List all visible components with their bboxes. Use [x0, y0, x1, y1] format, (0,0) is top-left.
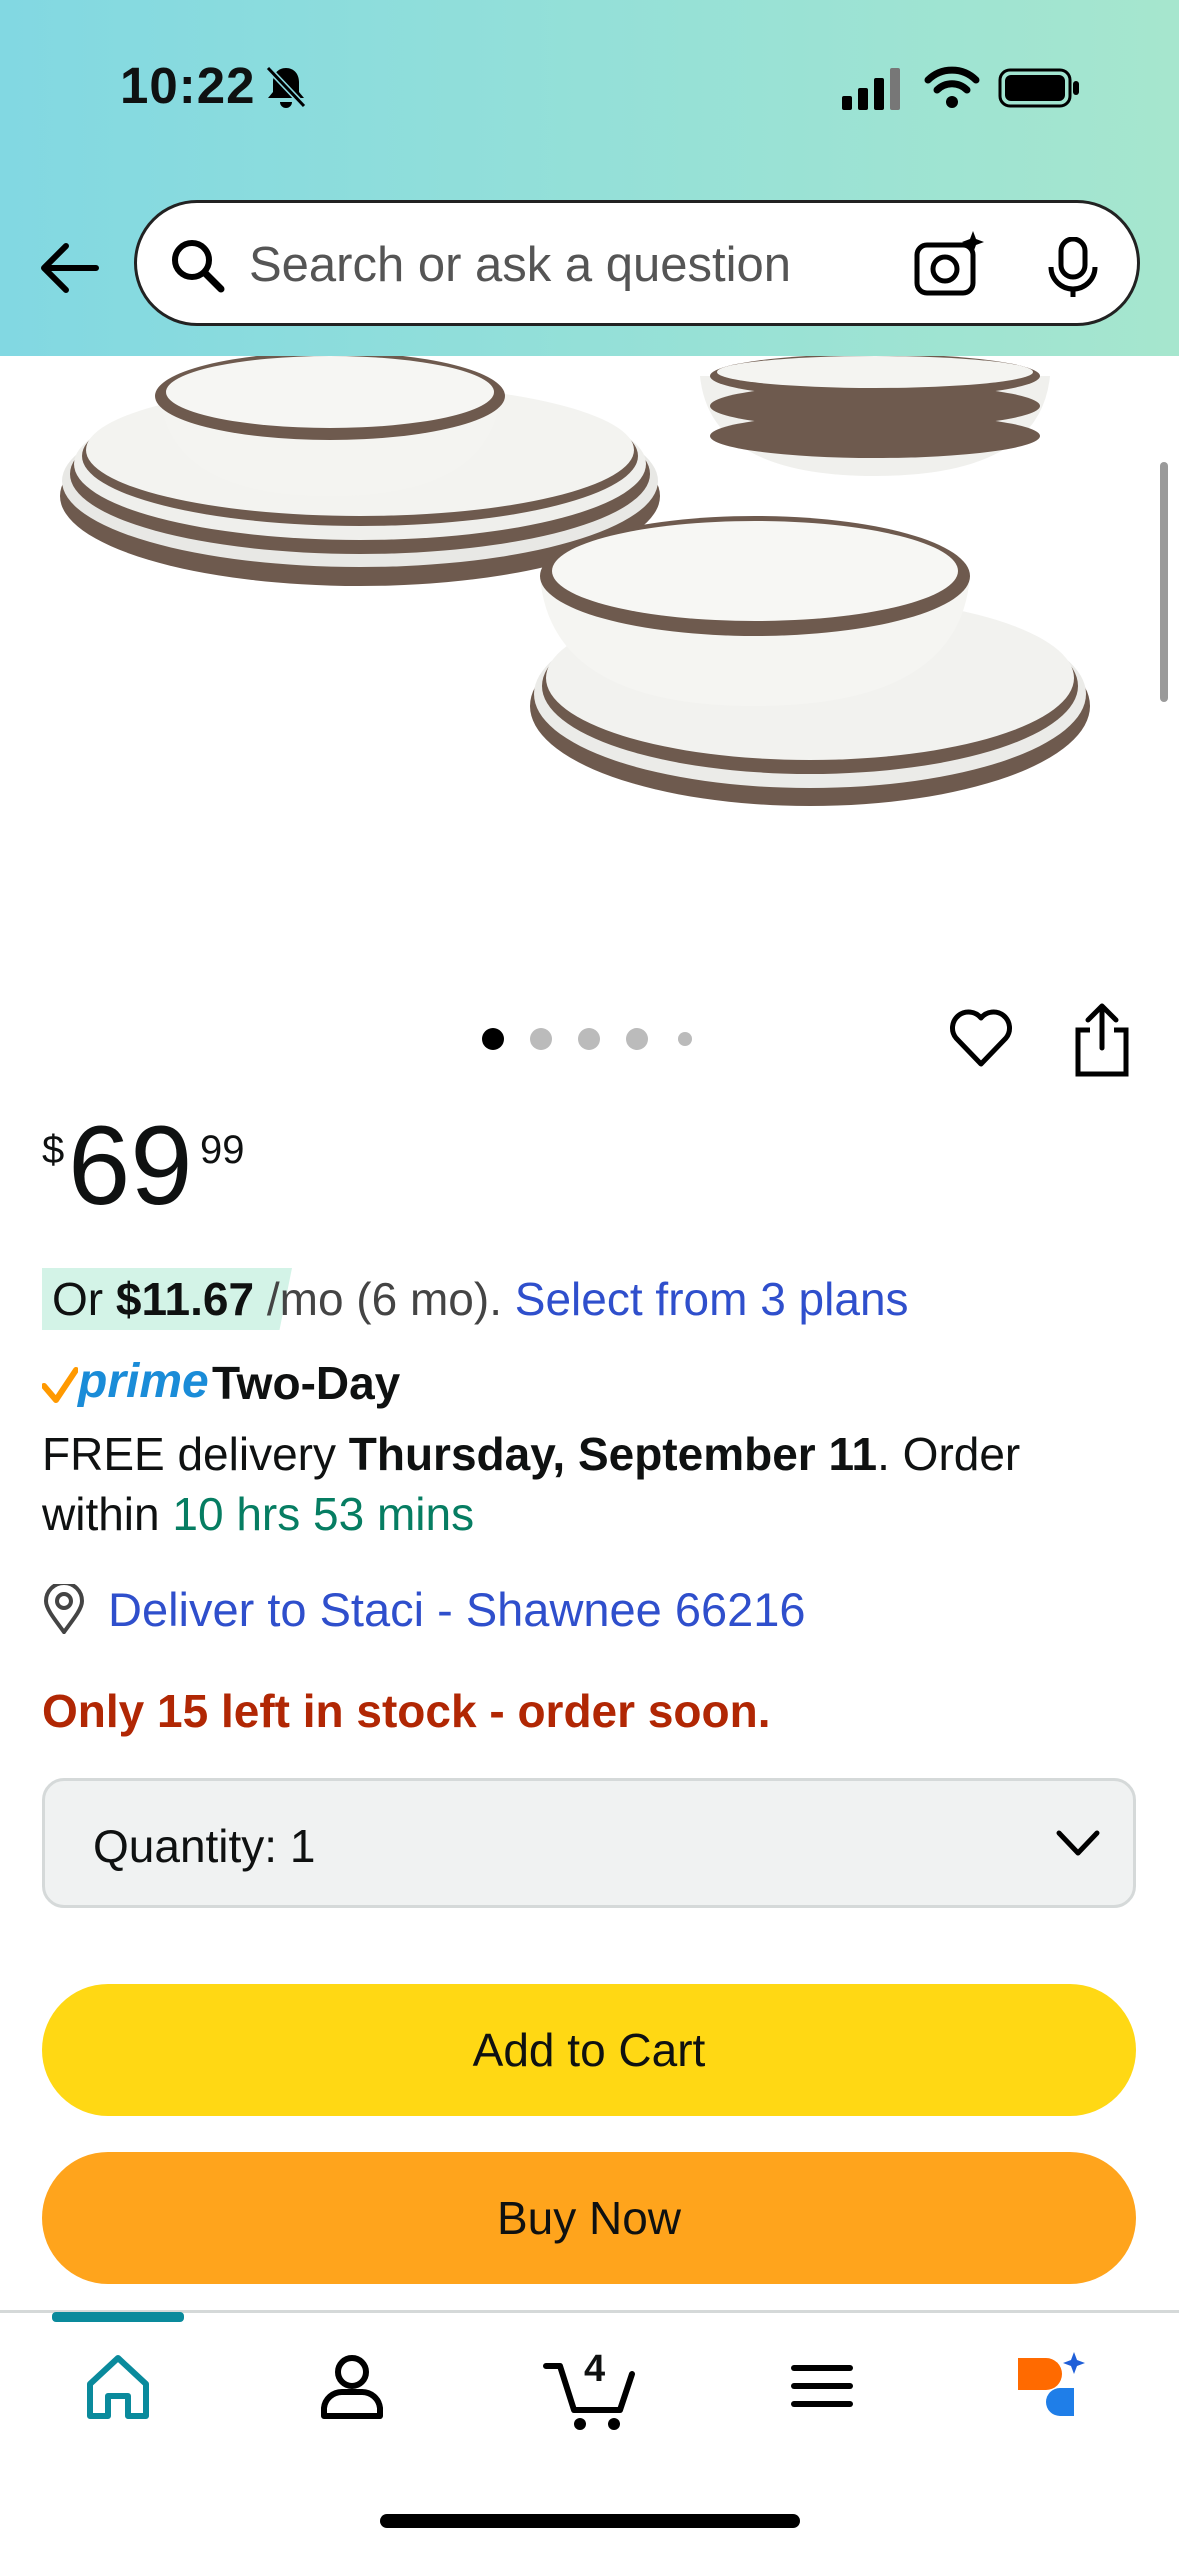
- search-icon: [172, 240, 225, 293]
- installment-suffix: /mo (6 mo).: [254, 1273, 515, 1325]
- battery-icon: [998, 68, 1079, 108]
- cart-count-badge: 4: [584, 2348, 606, 2390]
- wishlist-heart-icon[interactable]: [946, 1004, 1016, 1074]
- home-icon[interactable]: [78, 2346, 158, 2426]
- nav-active-indicator: [52, 2312, 184, 2322]
- search-bar[interactable]: Search or ask a question: [134, 200, 1140, 326]
- carousel-dot-4[interactable]: [626, 1028, 648, 1050]
- order-countdown: 10 hrs 53 mins: [172, 1488, 475, 1540]
- cellular-signal-icon: [842, 68, 900, 110]
- status-time: 10:22: [120, 57, 256, 114]
- delivery-speed: Two-Day: [212, 1357, 401, 1409]
- carousel-dot-1[interactable]: [482, 1028, 504, 1050]
- carousel-dot-2[interactable]: [530, 1028, 552, 1050]
- stock-message: Only 15 left in stock - order soon.: [42, 1685, 771, 1737]
- home-indicator: [380, 2514, 800, 2528]
- cart-nav-button[interactable]: 4: [540, 2336, 640, 2436]
- installment-line: Or $11.67 /mo (6 mo). Select from 3 plan…: [52, 1272, 909, 1326]
- select-plans-link[interactable]: Select from 3 plans: [515, 1273, 909, 1325]
- price-whole: 69: [68, 1103, 193, 1228]
- add-to-cart-button[interactable]: Add to Cart: [42, 1984, 1136, 2116]
- prime-logo: prime: [78, 1355, 209, 1408]
- buy-now-button[interactable]: Buy Now: [42, 2152, 1136, 2284]
- back-arrow-icon[interactable]: [36, 238, 100, 298]
- quantity-dropdown[interactable]: Quantity: 1: [42, 1778, 1136, 1908]
- quantity-label: Quantity:: [93, 1820, 278, 1872]
- price-cents: 99: [200, 1128, 245, 1172]
- prime-check-icon: [42, 1367, 78, 1403]
- camera-search-icon[interactable]: [913, 229, 987, 299]
- silent-bell-icon: [265, 65, 307, 109]
- share-icon[interactable]: [1068, 1002, 1136, 1078]
- search-input[interactable]: Search or ask a question: [249, 237, 791, 293]
- menu-icon[interactable]: [782, 2346, 862, 2426]
- chevron-down-icon: [1056, 1830, 1100, 1856]
- quantity-value: 1: [289, 1820, 316, 1872]
- location-pin-icon: [43, 1584, 85, 1634]
- free-delivery-label: FREE delivery: [42, 1428, 349, 1480]
- carousel-dot-5[interactable]: [678, 1032, 692, 1046]
- delivery-date: Thursday, September 11: [348, 1428, 878, 1480]
- microphone-icon[interactable]: [1043, 237, 1103, 299]
- product-image-dinnerware-set[interactable]: [40, 356, 1140, 916]
- wifi-icon: [924, 66, 980, 108]
- price-currency: $: [42, 1128, 65, 1172]
- installment-amount: $11.67: [115, 1273, 255, 1325]
- rufus-assistant-icon[interactable]: [1012, 2346, 1092, 2426]
- installment-prefix: Or: [52, 1273, 116, 1325]
- delivery-info: FREE delivery Thursday, September 11. Or…: [42, 1424, 1122, 1544]
- quantity-text: Quantity: 1: [93, 1819, 315, 1873]
- account-icon[interactable]: [312, 2346, 392, 2426]
- page-scrollbar[interactable]: [1160, 462, 1168, 702]
- carousel-dot-3[interactable]: [578, 1028, 600, 1050]
- deliver-to-link[interactable]: Deliver to Staci - Shawnee 66216: [108, 1582, 806, 1637]
